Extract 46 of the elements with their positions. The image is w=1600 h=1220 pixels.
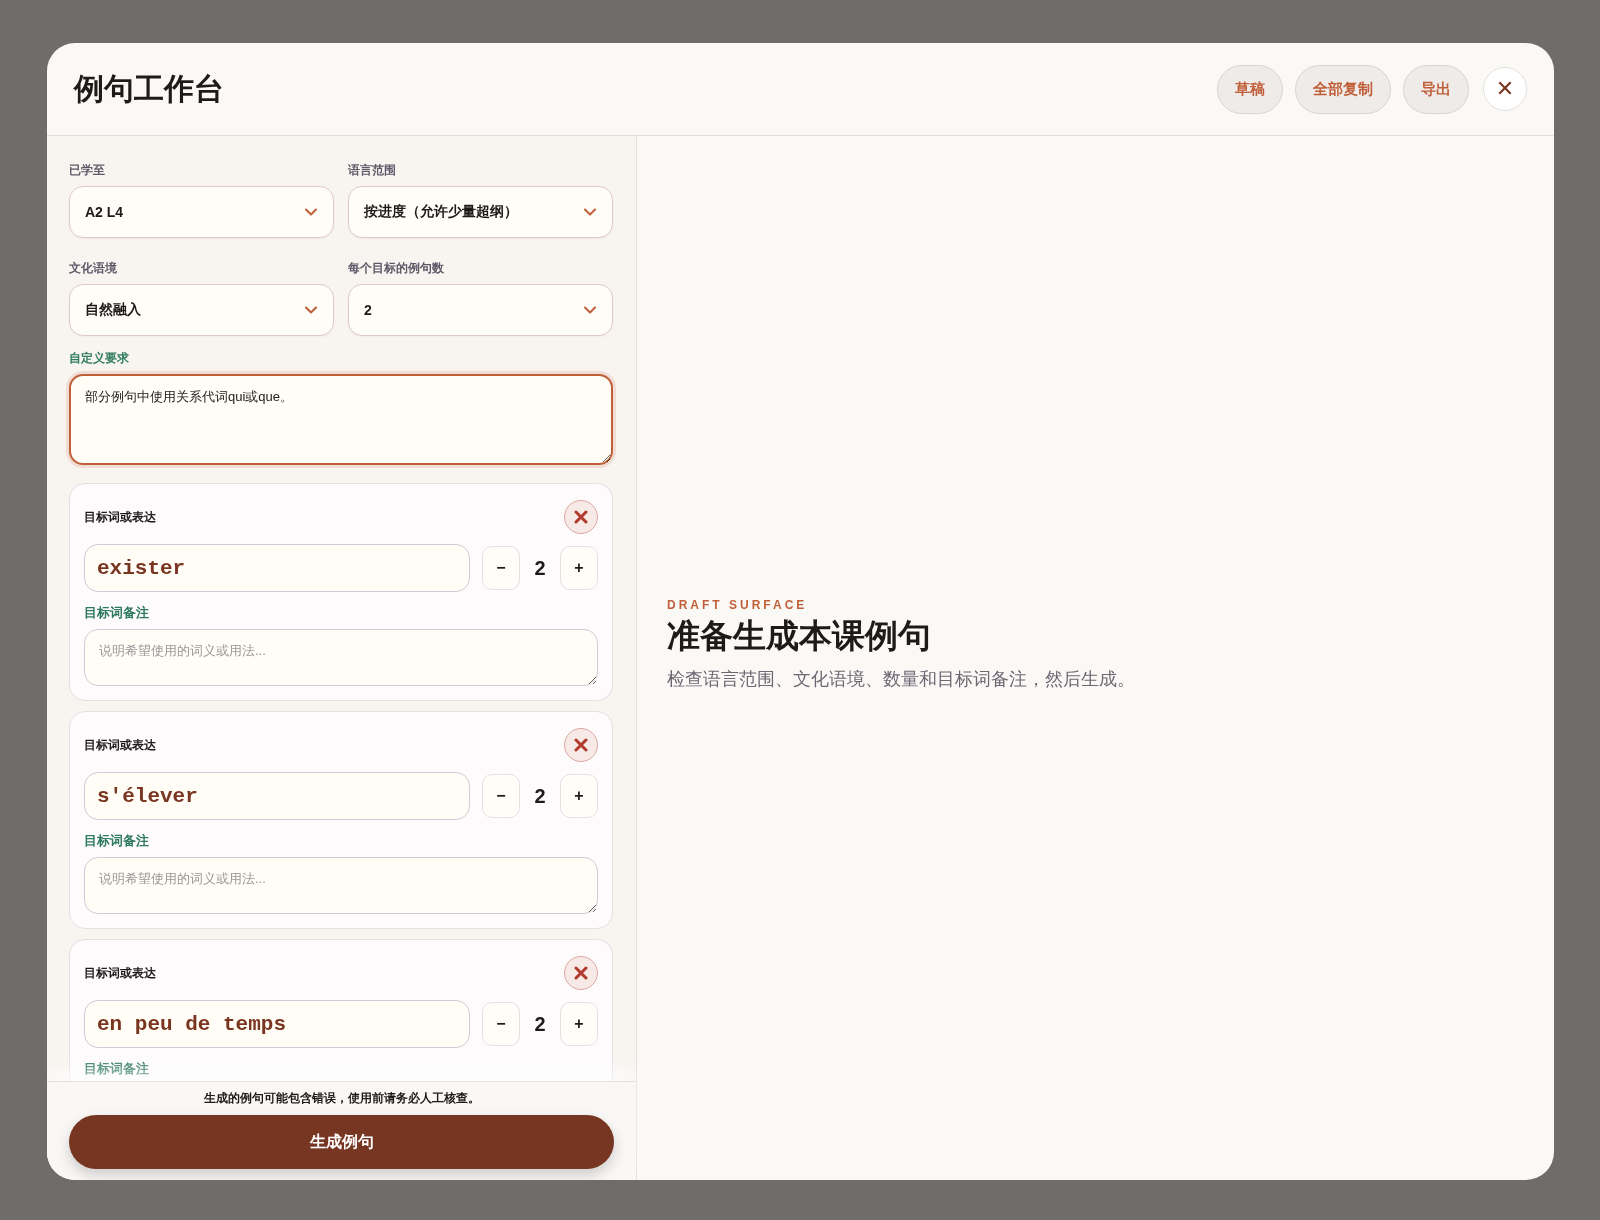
field-label: 已学至 xyxy=(69,162,106,179)
term-input[interactable]: s'élever xyxy=(84,772,470,820)
count-value: 2 xyxy=(533,784,547,808)
header-button[interactable]: 草稿 xyxy=(1217,64,1283,114)
select-field[interactable]: 2 xyxy=(348,284,613,336)
custom-requirement-field[interactable]: 部分例句中使用关系代词qui或que。 xyxy=(69,374,613,465)
remove-button[interactable] xyxy=(564,728,598,762)
eyebrow-text: DRAFT SURFACE xyxy=(667,597,809,612)
term-input[interactable]: exister xyxy=(84,544,470,592)
generate-button[interactable]: 生成例句 xyxy=(69,1115,614,1169)
note-field[interactable]: 说明希望使用的词义或用法... xyxy=(84,857,598,914)
note-label: 目标词备注 xyxy=(84,604,150,622)
window-title: 例句工作台 xyxy=(74,70,224,107)
field-label: 文化语境 xyxy=(69,260,118,277)
increment-button[interactable]: + xyxy=(560,774,598,818)
warning-text: 生成的例句可能包含错误，使用前请务必人工核查。 xyxy=(202,1090,481,1107)
remove-button[interactable] xyxy=(564,956,598,990)
term-input[interactable]: en peu de temps xyxy=(84,1000,470,1048)
field-label: 每个目标的例句数 xyxy=(348,260,445,277)
note-label: 目标词备注 xyxy=(84,832,150,850)
close-button[interactable]: ✕ xyxy=(1483,67,1527,111)
field-label: 语言范围 xyxy=(348,162,397,179)
close-icon xyxy=(574,738,588,752)
target-label: 目标词或表达 xyxy=(84,508,156,526)
header-button[interactable]: 导出 xyxy=(1403,64,1469,114)
decrement-button[interactable]: − xyxy=(482,1002,520,1046)
count-value: 2 xyxy=(533,556,547,580)
decrement-button[interactable]: − xyxy=(482,774,520,818)
preview-description: 检查语言范围、文化语境、数量和目标词备注，然后生成。 xyxy=(667,667,1136,691)
select-field[interactable]: 自然融入 xyxy=(69,284,334,336)
increment-button[interactable]: + xyxy=(560,1002,598,1046)
note-field[interactable]: 说明希望使用的词义或用法... xyxy=(84,629,598,686)
select-field[interactable]: 按进度（允许少量超纲） xyxy=(348,186,613,238)
note-label: 目标词备注 xyxy=(84,1060,150,1078)
field-label: 自定义要求 xyxy=(69,350,130,367)
count-value: 2 xyxy=(533,1012,547,1036)
select-field[interactable]: A2 L4 xyxy=(69,186,334,238)
close-icon xyxy=(574,966,588,980)
header-button[interactable]: 全部复制 xyxy=(1295,64,1391,114)
target-label: 目标词或表达 xyxy=(84,736,156,754)
increment-button[interactable]: + xyxy=(560,546,598,590)
decrement-button[interactable]: − xyxy=(482,546,520,590)
remove-button[interactable] xyxy=(564,500,598,534)
target-label: 目标词或表达 xyxy=(84,964,156,982)
close-icon xyxy=(574,510,588,524)
preview-heading: 准备生成本课例句 xyxy=(667,615,932,656)
